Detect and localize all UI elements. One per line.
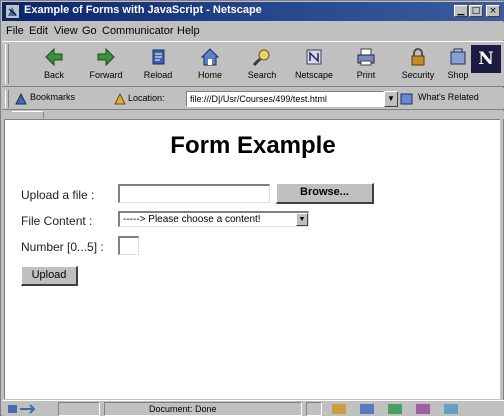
maximize-button[interactable]: □ — [469, 5, 483, 17]
netscape-icon — [306, 49, 322, 65]
close-button[interactable]: × — [486, 5, 500, 17]
print-icon — [357, 48, 375, 66]
menu-go[interactable]: Go — [82, 25, 97, 37]
window-title: Example of Forms with JavaScript - Netsc… — [24, 4, 262, 16]
menu-file[interactable]: File — [6, 25, 24, 37]
toolbar-grip[interactable] — [5, 44, 9, 84]
home-button[interactable]: Home — [186, 44, 234, 84]
netscape-button[interactable]: Netscape — [290, 44, 338, 84]
connection-icon — [8, 404, 36, 414]
bookmarks-icon — [15, 92, 27, 105]
url-dropdown-button[interactable]: ▼ — [384, 91, 398, 107]
upload-file-label: Upload a file : — [21, 188, 95, 202]
back-label: Back — [43, 70, 64, 80]
search-icon — [252, 49, 270, 67]
page-content: Form Example Upload a file : Browse... F… — [4, 119, 500, 399]
menu-communicator[interactable]: Communicator — [102, 25, 174, 37]
whats-related-button[interactable]: What's Related — [418, 92, 479, 102]
content-select[interactable]: -----> Please choose a content! ▼ — [118, 211, 309, 227]
print-button[interactable]: Print — [342, 44, 390, 84]
reload-icon — [152, 49, 165, 65]
upload-button[interactable]: Upload — [21, 266, 78, 286]
search-button[interactable]: Search — [238, 44, 286, 84]
security-status-cell — [306, 402, 322, 416]
navigation-toolbar: Back Forward Reload Home Search Netscape… — [2, 41, 504, 87]
file-path-input[interactable] — [118, 184, 270, 203]
shop-button[interactable]: Shop — [446, 44, 470, 84]
netscape-app-icon — [6, 5, 19, 18]
shop-icon — [450, 48, 466, 65]
print-label: Print — [356, 70, 376, 80]
forward-label: Forward — [89, 70, 123, 80]
location-bar: Bookmarks Location: file:///D|/Usr/Cours… — [2, 88, 504, 110]
search-label: Search — [247, 70, 277, 80]
netscape-label: Netscape — [294, 70, 334, 80]
security-label: Security — [401, 70, 435, 80]
tab-strip — [2, 111, 504, 119]
chevron-down-icon: ▼ — [296, 213, 308, 226]
mail-icon — [360, 404, 374, 414]
browser-window: Example of Forms with JavaScript - Netsc… — [0, 0, 504, 416]
url-field[interactable]: file:///D|/Usr/Courses/499/test.html — [186, 91, 384, 107]
number-input[interactable] — [118, 236, 139, 255]
page-title: Form Example — [170, 132, 336, 159]
back-arrow-icon — [45, 47, 63, 67]
menu-edit[interactable]: Edit — [29, 25, 48, 37]
menu-view[interactable]: View — [54, 25, 78, 37]
location-icon — [114, 93, 126, 105]
status-text: Document: Done — [104, 402, 302, 416]
browse-button[interactable]: Browse... — [276, 183, 374, 204]
reload-button[interactable]: Reload — [134, 44, 182, 84]
progress-cell — [58, 402, 100, 416]
collapsed-toolbar-tab[interactable] — [12, 111, 44, 118]
whats-related-icon — [400, 93, 413, 105]
bookmarks-button[interactable]: Bookmarks — [30, 92, 75, 102]
menu-help[interactable]: Help — [177, 25, 200, 37]
status-bar: Document: Done — [2, 400, 504, 416]
content-select-value: -----> Please choose a content! — [123, 214, 261, 225]
conference-icon — [444, 404, 458, 414]
number-label: Number [0...5] : — [21, 240, 104, 254]
shop-label: Shop — [447, 70, 469, 80]
discussions-icon — [388, 404, 402, 414]
forward-button[interactable]: Forward — [82, 44, 130, 84]
component-bar — [332, 404, 458, 414]
composer-icon — [416, 404, 430, 414]
forward-arrow-icon — [97, 47, 115, 67]
home-icon — [200, 48, 220, 66]
netscape-logo[interactable]: N — [471, 45, 501, 73]
file-content-label: File Content : — [21, 214, 93, 228]
title-bar: Example of Forms with JavaScript - Netsc… — [2, 2, 504, 21]
back-button[interactable]: Back — [30, 44, 78, 84]
security-button[interactable]: Security — [394, 44, 442, 84]
location-grip[interactable] — [5, 90, 9, 108]
navigator-icon — [332, 404, 346, 414]
lock-icon — [411, 48, 425, 66]
minimize-button[interactable]: ▁ — [454, 5, 468, 17]
home-label: Home — [197, 70, 222, 80]
reload-label: Reload — [143, 70, 173, 80]
location-label: Location: — [128, 93, 165, 103]
menu-bar: File Edit View Go Communicator Help — [2, 22, 504, 40]
